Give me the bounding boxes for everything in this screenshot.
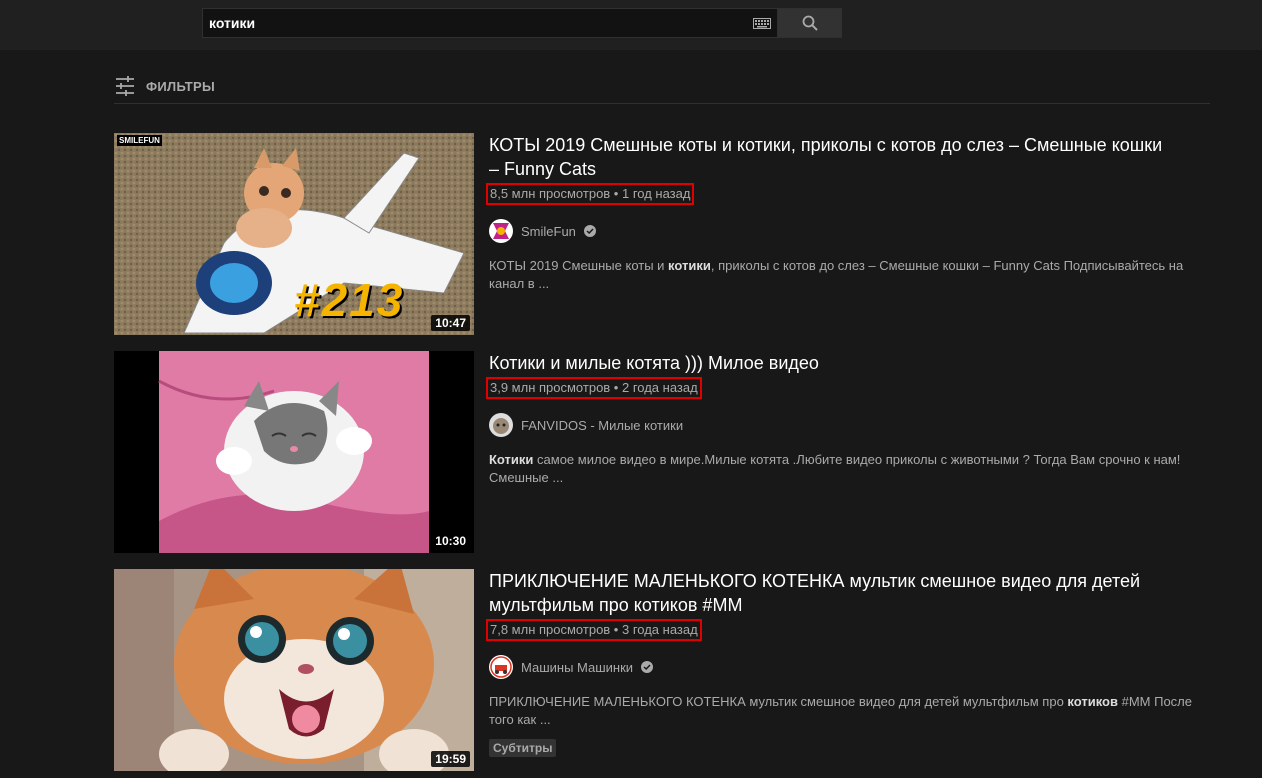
video-info: Котики и милые котята ))) Милое видео 3,…: [486, 351, 1209, 487]
channel-link[interactable]: SmileFun: [489, 219, 1209, 243]
video-duration: 19:59: [431, 751, 470, 767]
top-bar: [0, 0, 1262, 50]
search-box: [202, 8, 777, 38]
video-meta: 3,9 млн просмотров • 2 года назад: [486, 377, 702, 399]
verified-icon: [583, 225, 596, 237]
video-description: КОТЫ 2019 Смешные коты и котики, приколы…: [489, 258, 1184, 291]
video-info: КОТЫ 2019 Смешные коты и котики, приколы…: [486, 133, 1209, 293]
thumbnail-overlay-text: #213: [294, 274, 405, 326]
filters-divider: [114, 103, 1210, 104]
video-duration: 10:30: [431, 533, 470, 549]
video-result-2: 10:30 Котики и милые котята ))) Милое ви…: [114, 351, 1214, 553]
video-meta: 7,8 млн просмотров • 3 года назад: [486, 619, 702, 641]
video-description: Котики самое милое видео в мире.Милые ко…: [489, 452, 1181, 485]
search-input[interactable]: [203, 9, 747, 37]
channel-name[interactable]: SmileFun: [521, 224, 576, 239]
search-icon: [802, 15, 818, 31]
search-button[interactable]: [777, 8, 842, 38]
subtitles-badge: Субтитры: [489, 739, 557, 757]
channel-link[interactable]: Машины Машинки: [489, 655, 1209, 679]
thumbnail-logo: SMILEFUN: [117, 135, 162, 146]
channel-name[interactable]: Машины Машинки: [521, 660, 633, 675]
avatar[interactable]: [489, 219, 513, 243]
video-info: ПРИКЛЮЧЕНИЕ МАЛЕНЬКОГО КОТЕНКА мультик с…: [486, 569, 1209, 757]
video-description: ПРИКЛЮЧЕНИЕ МАЛЕНЬКОГО КОТЕНКА мультик с…: [489, 694, 1192, 727]
video-thumbnail[interactable]: 10:30: [114, 351, 474, 553]
filters-icon: [116, 76, 134, 96]
avatar[interactable]: [489, 413, 513, 437]
video-title[interactable]: ПРИКЛЮЧЕНИЕ МАЛЕНЬКОГО КОТЕНКА мультик с…: [489, 569, 1169, 617]
channel-link[interactable]: FANVIDOS - Милые котики: [489, 413, 1209, 437]
video-title[interactable]: КОТЫ 2019 Смешные коты и котики, приколы…: [489, 133, 1169, 181]
video-title[interactable]: Котики и милые котята ))) Милое видео: [489, 351, 1169, 375]
filters-label: ФИЛЬТРЫ: [146, 78, 216, 94]
video-thumbnail[interactable]: 19:59: [114, 569, 474, 771]
video-meta: 8,5 млн просмотров • 1 год назад: [486, 183, 695, 205]
video-thumbnail[interactable]: SMILEFUN #213 10:47: [114, 133, 474, 335]
keyboard-icon[interactable]: [747, 9, 777, 37]
channel-name[interactable]: FANVIDOS - Милые котики: [521, 418, 683, 433]
verified-icon: [641, 661, 654, 673]
video-duration: 10:47: [431, 315, 470, 331]
filters-button[interactable]: ФИЛЬТРЫ: [114, 72, 215, 100]
avatar[interactable]: [489, 655, 513, 679]
video-result-3: 19:59 ПРИКЛЮЧЕНИЕ МАЛЕНЬКОГО КОТЕНКА мул…: [114, 569, 1214, 771]
video-result-1: SMILEFUN #213 10:47 КОТЫ 2019 Смешные ко…: [114, 133, 1214, 335]
